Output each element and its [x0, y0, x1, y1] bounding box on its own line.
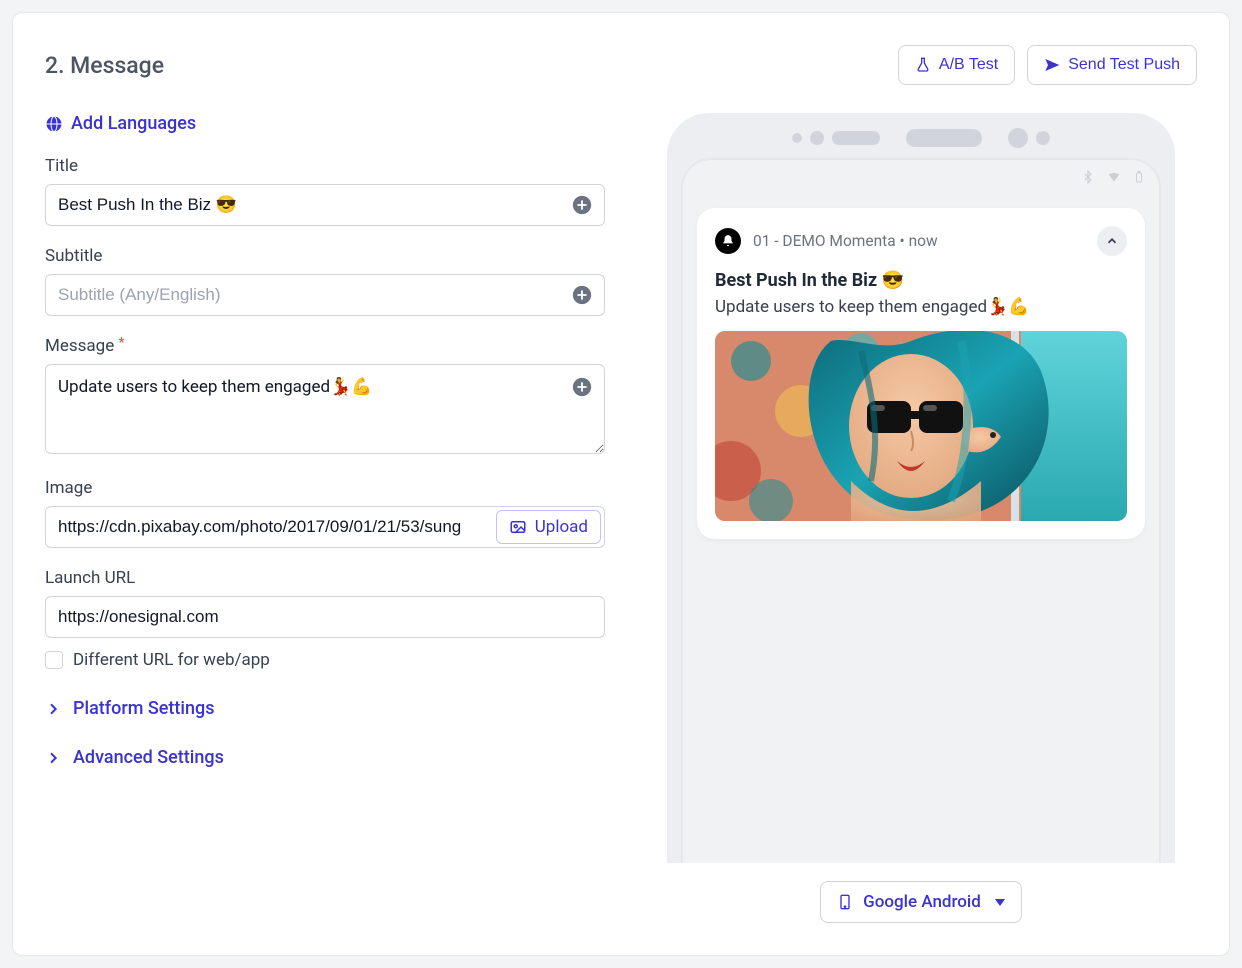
collapse-button[interactable]: [1097, 226, 1127, 256]
chevron-up-icon: [1105, 234, 1119, 248]
notification-body: Update users to keep them engaged💃💪: [715, 297, 1127, 317]
message-textarea[interactable]: [45, 364, 605, 454]
upload-button[interactable]: Upload: [496, 510, 601, 544]
title-input[interactable]: [45, 184, 605, 226]
emoji-picker-icon[interactable]: [571, 284, 593, 306]
launch-url-input[interactable]: [45, 596, 605, 638]
battery-icon: [1133, 170, 1145, 184]
emoji-picker-icon[interactable]: [571, 194, 593, 216]
wifi-icon: [1105, 170, 1123, 184]
caret-down-icon: [995, 899, 1005, 906]
bluetooth-icon: [1081, 170, 1095, 184]
image-label: Image: [45, 478, 605, 498]
phone-mock: 01 - DEMO Momenta • now Best Push In the…: [667, 113, 1175, 863]
phone-icon: [837, 893, 853, 911]
platform-settings-toggle[interactable]: Platform Settings: [45, 698, 605, 719]
notification-preview: 01 - DEMO Momenta • now Best Push In the…: [697, 208, 1145, 539]
add-languages-button[interactable]: Add Languages: [45, 113, 196, 134]
notification-image: [715, 331, 1127, 521]
device-selector[interactable]: Google Android: [820, 881, 1022, 923]
message-card: 2. Message A/B Test Send Test Push Add L…: [12, 12, 1230, 956]
different-url-checkbox[interactable]: [45, 651, 63, 669]
section-title: 2. Message: [45, 52, 164, 79]
different-url-label: Different URL for web/app: [73, 650, 270, 670]
required-indicator: *: [118, 335, 124, 351]
emoji-picker-icon[interactable]: [571, 376, 593, 398]
ab-test-button[interactable]: A/B Test: [898, 45, 1015, 85]
phone-hardware-top: [670, 128, 1172, 148]
send-test-push-button[interactable]: Send Test Push: [1027, 45, 1197, 85]
message-label: Message *: [45, 336, 605, 356]
title-label: Title: [45, 156, 605, 176]
header-actions: A/B Test Send Test Push: [898, 45, 1197, 85]
subtitle-input[interactable]: [45, 274, 605, 316]
preview-column: 01 - DEMO Momenta • now Best Push In the…: [645, 113, 1197, 923]
advanced-settings-toggle[interactable]: Advanced Settings: [45, 747, 605, 768]
card-header: 2. Message A/B Test Send Test Push: [45, 45, 1197, 85]
phone-screen: 01 - DEMO Momenta • now Best Push In the…: [681, 158, 1161, 863]
bell-icon: [721, 234, 735, 248]
paper-plane-icon: [1044, 57, 1060, 73]
notification-meta: 01 - DEMO Momenta • now: [753, 232, 1085, 250]
globe-icon: [45, 115, 63, 133]
notification-title: Best Push In the Biz 😎: [715, 270, 1127, 291]
app-icon: [715, 228, 741, 254]
flask-icon: [915, 57, 931, 73]
subtitle-label: Subtitle: [45, 246, 605, 266]
status-bar: [697, 170, 1145, 184]
image-upload-icon: [509, 518, 527, 536]
form-column: Add Languages Title Subtitle: [45, 113, 605, 923]
launch-url-label: Launch URL: [45, 568, 605, 588]
chevron-right-icon: [45, 750, 61, 766]
chevron-right-icon: [45, 701, 61, 717]
